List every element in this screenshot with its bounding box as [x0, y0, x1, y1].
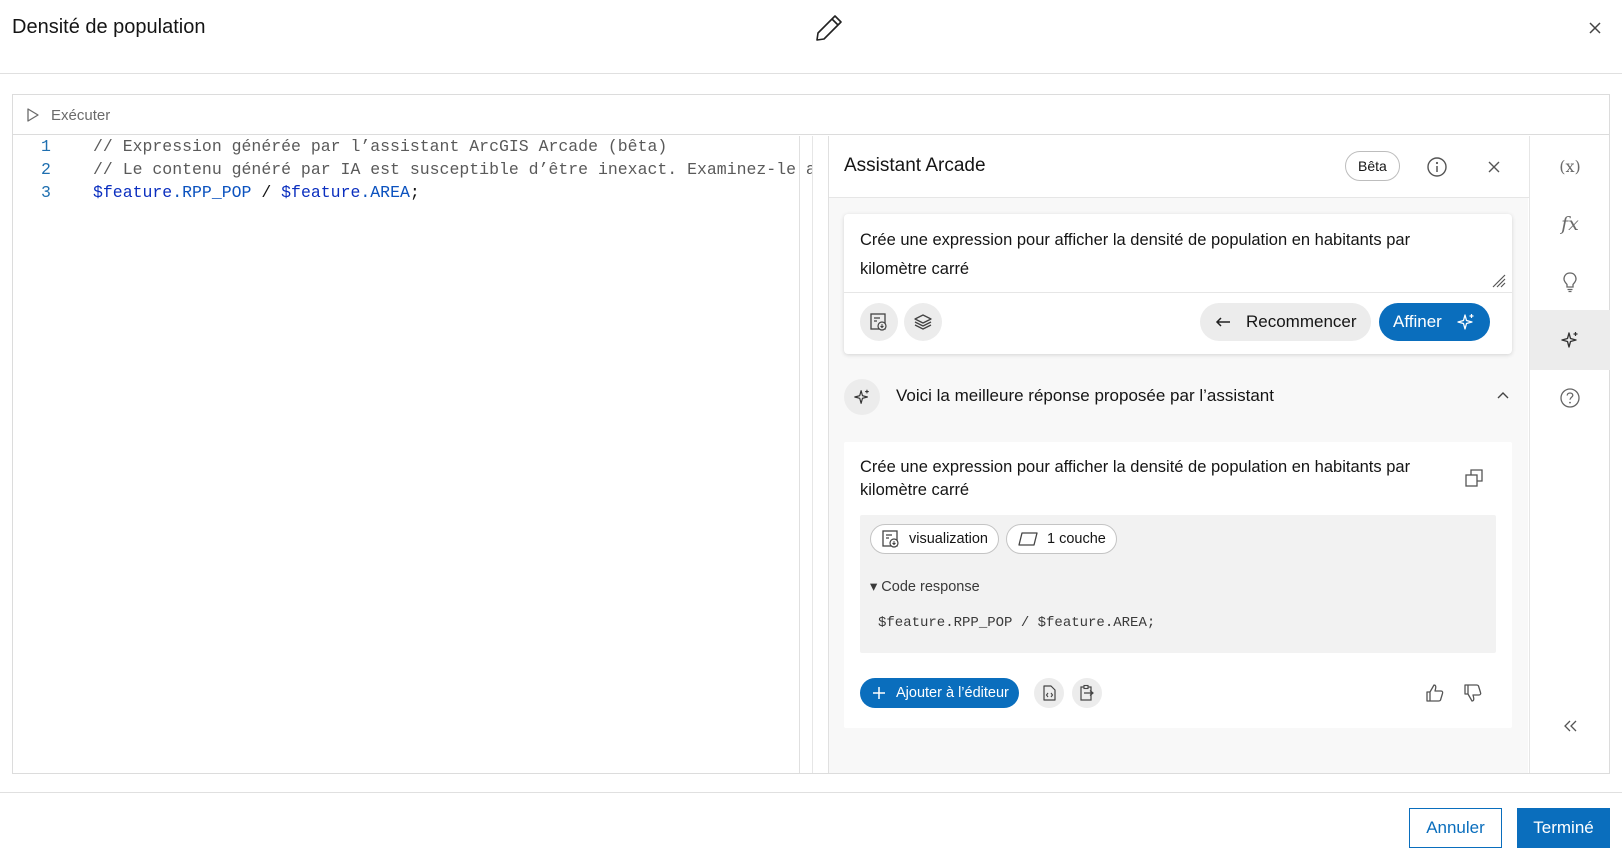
add-to-editor-label: Ajouter à l’éditeur [896, 685, 1009, 701]
restart-label: Recommencer [1246, 312, 1357, 331]
arrow-left-icon [1214, 315, 1232, 329]
response-question: Crée une expression pour afficher la den… [860, 458, 1411, 499]
response-header[interactable]: Voici la meilleure réponse proposée par … [844, 372, 1512, 422]
close-icon[interactable] [1586, 19, 1604, 37]
response-card: Crée une expression pour afficher la den… [844, 442, 1512, 728]
beta-badge: Bêta [1345, 151, 1400, 181]
functions-icon: fx [1561, 213, 1579, 235]
play-icon [25, 107, 41, 123]
layer-icon [1017, 530, 1039, 548]
variables-icon: (x) [1559, 156, 1581, 176]
line-number: 2 [41, 160, 51, 179]
variables-button[interactable]: (x) [1530, 136, 1610, 196]
plus-icon [872, 686, 886, 700]
expression-builder: Exécuter 1 // Expression générée par l’a… [12, 94, 1610, 774]
insert-code-button[interactable] [1034, 678, 1064, 708]
response-details: visualization 1 couche ▾ Code response $… [860, 515, 1496, 653]
cancel-button[interactable]: Annuler [1409, 808, 1502, 848]
code-line: 2 // Le contenu généré par IA est suscep… [13, 160, 813, 184]
layers-button[interactable] [904, 303, 942, 341]
code-file-icon [1040, 684, 1058, 702]
help-button[interactable] [1530, 368, 1610, 428]
side-toolbar: (x) fx [1529, 136, 1610, 773]
code-token: .RPP_POP [172, 183, 252, 202]
chevrons-left-icon [1561, 719, 1579, 733]
footer-divider [0, 792, 1622, 793]
restart-button[interactable]: Recommencer [1200, 303, 1371, 341]
assistant-button[interactable] [1530, 310, 1610, 370]
code-response-toggle[interactable]: ▾ Code response [870, 579, 980, 595]
close-icon[interactable] [1486, 159, 1502, 175]
code-line: 1 // Expression générée par l’assistant … [13, 137, 812, 161]
code-line: 3 $feature.RPP_POP / $feature.AREA; [13, 183, 812, 207]
suggestions-button[interactable] [1530, 252, 1610, 312]
paste-code-button[interactable] [1072, 678, 1102, 708]
code-text: // Le contenu généré par IA est suscepti… [93, 160, 813, 179]
visualization-button[interactable] [860, 303, 898, 341]
sparkle-icon [853, 388, 871, 406]
thumbs-up-icon[interactable] [1424, 682, 1446, 704]
assistant-title: Assistant Arcade [844, 155, 986, 176]
response-avatar [844, 379, 880, 415]
code-token: $feature [281, 183, 361, 202]
code-text: $feature.RPP_POP / $feature.AREA; [93, 183, 420, 202]
code-token: / [251, 183, 282, 202]
run-button[interactable]: Exécuter [25, 105, 110, 125]
add-to-editor-button[interactable]: Ajouter à l’éditeur [860, 678, 1019, 708]
resize-grip-icon[interactable] [1490, 272, 1506, 288]
done-button[interactable]: Terminé [1517, 808, 1610, 848]
refine-button[interactable]: Affiner [1379, 303, 1490, 341]
lightbulb-icon [1560, 271, 1580, 293]
refine-label: Affiner [1393, 312, 1442, 331]
visualization-icon [881, 529, 901, 549]
chip-label: 1 couche [1047, 531, 1106, 547]
sparkle-icon [1560, 330, 1580, 350]
sparkle-icon [1456, 312, 1476, 332]
prompt-input[interactable]: Crée une expression pour afficher la den… [860, 226, 1480, 284]
line-number: 1 [41, 137, 51, 156]
chip-layer[interactable]: 1 couche [1006, 524, 1117, 554]
assistant-panel: Assistant Arcade Bêta Crée une expressio… [828, 136, 1529, 773]
run-bar: Exécuter [13, 95, 1609, 135]
code-token: $feature [93, 183, 173, 202]
chip-label: visualization [909, 531, 988, 547]
code-response: $feature.RPP_POP / $feature.AREA; [878, 615, 1156, 631]
response-title: Voici la meilleure réponse proposée par … [896, 386, 1274, 405]
run-label: Exécuter [51, 106, 111, 124]
chip-visualization[interactable]: visualization [870, 524, 999, 554]
pencil-icon[interactable] [813, 12, 845, 44]
divider [844, 292, 1512, 293]
line-number: 3 [41, 183, 51, 202]
prompt-card: Crée une expression pour afficher la den… [844, 214, 1512, 354]
functions-button[interactable]: fx [1530, 194, 1610, 254]
assistant-header: Assistant Arcade Bêta [829, 136, 1529, 198]
code-token: .AREA [360, 183, 410, 202]
dialog-title: Densité de population [12, 16, 206, 38]
info-icon[interactable] [1426, 156, 1448, 178]
dialog-header: Densité de population [0, 0, 1622, 74]
code-text: // Expression générée par l’assistant Ar… [93, 137, 668, 156]
clipboard-icon [1078, 684, 1096, 702]
code-token: ; [409, 183, 420, 202]
code-editor[interactable]: 1 // Expression générée par l’assistant … [13, 136, 813, 773]
editor-scroll-edge [799, 136, 800, 773]
collapse-button[interactable] [1530, 696, 1610, 756]
layers-icon [913, 312, 933, 332]
thumbs-down-icon[interactable] [1462, 682, 1484, 704]
help-icon [1559, 387, 1581, 409]
copy-icon[interactable] [1464, 468, 1484, 488]
visualization-icon [869, 312, 889, 332]
chevron-up-icon[interactable] [1496, 390, 1510, 400]
